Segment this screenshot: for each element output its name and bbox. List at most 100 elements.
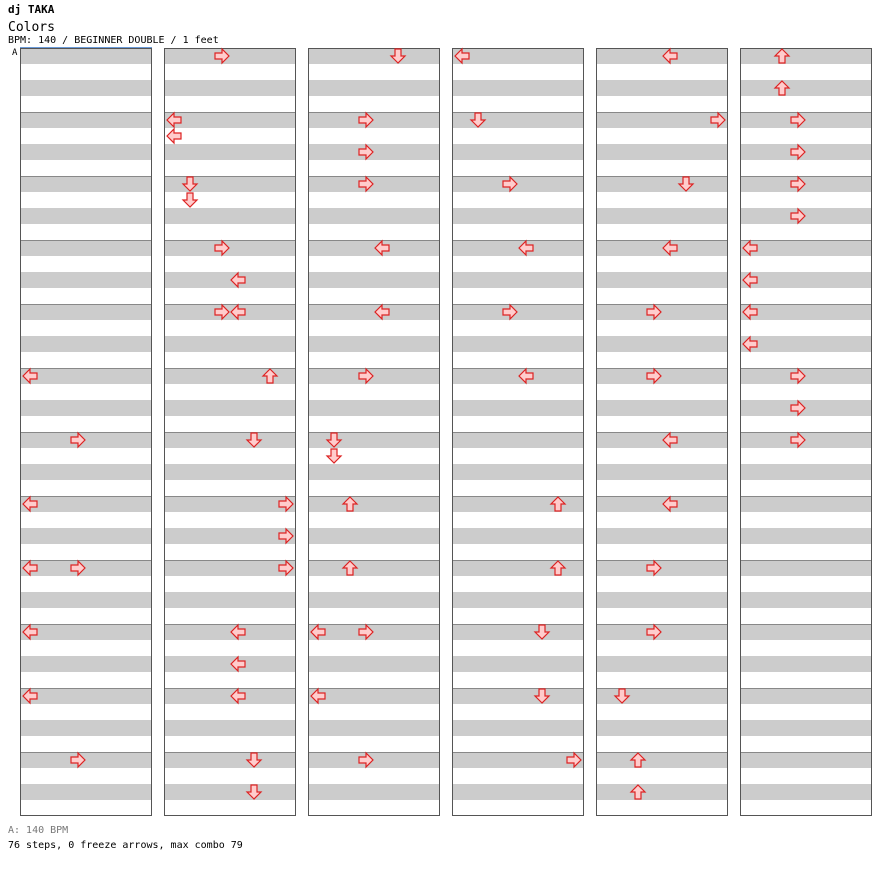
beat-stripe bbox=[20, 208, 152, 224]
beat-stripe bbox=[20, 464, 152, 480]
bpm-line bbox=[20, 47, 152, 48]
beat-stripe bbox=[740, 112, 872, 128]
beat-stripe bbox=[596, 592, 728, 608]
beat-stripe bbox=[164, 528, 296, 544]
beat-stripe bbox=[452, 368, 584, 384]
beat-stripe bbox=[20, 304, 152, 320]
beat-stripe bbox=[164, 112, 296, 128]
beat-stripe bbox=[20, 784, 152, 800]
beat-stripe bbox=[20, 144, 152, 160]
beat-stripe bbox=[740, 80, 872, 96]
beat-stripe bbox=[164, 48, 296, 64]
beat-stripe bbox=[308, 304, 440, 320]
beat-stripe bbox=[20, 432, 152, 448]
beat-stripe bbox=[740, 528, 872, 544]
beat-stripe bbox=[740, 272, 872, 288]
beat-stripe bbox=[20, 80, 152, 96]
beat-stripe bbox=[20, 240, 152, 256]
beat-stripe bbox=[164, 560, 296, 576]
beat-stripe bbox=[596, 336, 728, 352]
bpm-legend: A: 140 BPM bbox=[8, 825, 69, 836]
beat-stripe bbox=[740, 496, 872, 512]
beat-stripe bbox=[740, 400, 872, 416]
beat-stripe bbox=[308, 112, 440, 128]
beat-stripe bbox=[20, 368, 152, 384]
beat-stripe bbox=[164, 336, 296, 352]
beat-stripe bbox=[452, 624, 584, 640]
beat-stripe bbox=[740, 784, 872, 800]
beat-stripe bbox=[452, 80, 584, 96]
beat-stripe bbox=[20, 400, 152, 416]
beat-stripe bbox=[596, 304, 728, 320]
beat-stripe bbox=[164, 144, 296, 160]
beat-stripe bbox=[452, 464, 584, 480]
beat-stripe bbox=[164, 752, 296, 768]
beat-stripe bbox=[308, 720, 440, 736]
beat-stripe bbox=[596, 560, 728, 576]
beat-stripe bbox=[164, 208, 296, 224]
beat-stripe bbox=[308, 624, 440, 640]
beat-stripe bbox=[308, 176, 440, 192]
beat-stripe bbox=[164, 432, 296, 448]
beat-stripe bbox=[596, 720, 728, 736]
beat-stripe bbox=[596, 144, 728, 160]
beat-stripe bbox=[308, 144, 440, 160]
beat-stripe bbox=[20, 496, 152, 512]
beat-stripe bbox=[596, 240, 728, 256]
beat-stripe bbox=[164, 784, 296, 800]
beat-stripe bbox=[308, 560, 440, 576]
beat-stripe bbox=[452, 144, 584, 160]
beat-stripe bbox=[164, 272, 296, 288]
arrow-down-icon bbox=[325, 448, 343, 464]
beat-stripe bbox=[20, 624, 152, 640]
beat-stripe bbox=[452, 208, 584, 224]
beat-stripe bbox=[596, 272, 728, 288]
beat-stripe bbox=[20, 528, 152, 544]
beat-stripe bbox=[452, 304, 584, 320]
beat-stripe bbox=[740, 560, 872, 576]
beat-stripe bbox=[20, 688, 152, 704]
beat-stripe bbox=[452, 784, 584, 800]
beat-stripe bbox=[164, 464, 296, 480]
beat-stripe bbox=[452, 688, 584, 704]
beat-stripe bbox=[164, 400, 296, 416]
beat-stripe bbox=[164, 656, 296, 672]
beat-stripe bbox=[596, 464, 728, 480]
beat-stripe bbox=[596, 48, 728, 64]
beat-stripe bbox=[20, 720, 152, 736]
beat-stripe bbox=[740, 688, 872, 704]
beat-stripe bbox=[596, 368, 728, 384]
beat-stripe bbox=[164, 80, 296, 96]
beat-stripe bbox=[596, 528, 728, 544]
beat-stripe bbox=[164, 624, 296, 640]
beat-stripe bbox=[596, 432, 728, 448]
beat-stripe bbox=[164, 240, 296, 256]
beat-stripe bbox=[452, 272, 584, 288]
beat-stripe bbox=[20, 336, 152, 352]
beat-stripe bbox=[452, 752, 584, 768]
beat-stripe bbox=[308, 528, 440, 544]
beat-stripe bbox=[308, 240, 440, 256]
beat-stripe bbox=[164, 304, 296, 320]
beat-stripe bbox=[452, 48, 584, 64]
beat-stripe bbox=[308, 272, 440, 288]
beat-stripe bbox=[452, 592, 584, 608]
beat-stripe bbox=[164, 496, 296, 512]
beat-stripe bbox=[740, 240, 872, 256]
beat-stripe bbox=[308, 80, 440, 96]
beat-stripe bbox=[308, 496, 440, 512]
beat-stripe bbox=[308, 336, 440, 352]
beat-stripe bbox=[308, 48, 440, 64]
step-chart bbox=[20, 47, 872, 816]
beat-stripe bbox=[452, 656, 584, 672]
beat-stripe bbox=[452, 432, 584, 448]
beat-stripe bbox=[164, 720, 296, 736]
beat-stripe bbox=[596, 208, 728, 224]
beat-stripe bbox=[740, 592, 872, 608]
beat-stripe bbox=[740, 336, 872, 352]
beat-stripe bbox=[20, 752, 152, 768]
beat-stripe bbox=[20, 592, 152, 608]
beat-stripe bbox=[308, 208, 440, 224]
beat-stripe bbox=[20, 560, 152, 576]
beat-stripe bbox=[308, 784, 440, 800]
